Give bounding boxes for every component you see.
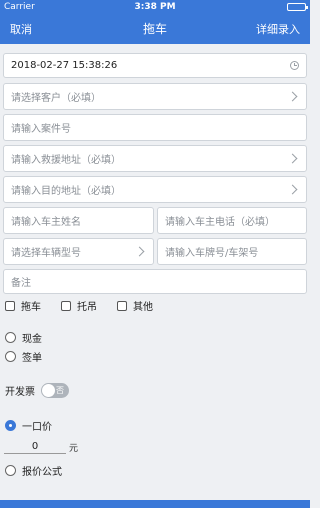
radio-icon bbox=[5, 332, 16, 343]
vehicle-model-placeholder: 请选择车辆型号 bbox=[11, 248, 81, 259]
radio-icon bbox=[5, 351, 16, 362]
payment-cash-label: 现金 bbox=[22, 334, 42, 345]
radio-icon bbox=[5, 465, 16, 476]
owner-name-input[interactable]: 请输入车主姓名 bbox=[3, 207, 154, 234]
pricing-fixed-option[interactable]: 一口价 bbox=[5, 418, 52, 433]
checkbox-icon bbox=[61, 300, 71, 311]
customer-select[interactable]: 请选择客户（必填） bbox=[3, 83, 307, 110]
chevron-right-icon bbox=[287, 153, 298, 164]
payment-sign-option[interactable]: 签单 bbox=[5, 349, 42, 364]
detail-entry-button[interactable]: 详细录入 bbox=[220, 21, 300, 37]
payment-cash-option[interactable]: 现金 bbox=[5, 330, 42, 345]
datetime-value: 2018-02-27 15:38:26 bbox=[11, 60, 118, 71]
rescue-address-placeholder: 请输入救援地址（必填） bbox=[11, 155, 121, 166]
payment-sign-label: 签单 bbox=[22, 353, 42, 364]
checkbox-icon bbox=[117, 300, 127, 311]
invoice-toggle[interactable]: 否 bbox=[41, 383, 69, 398]
clock-time: 3:38 PM bbox=[134, 1, 176, 12]
submit-button-bar[interactable] bbox=[0, 500, 310, 508]
destination-placeholder: 请输入目的地址（必填） bbox=[11, 186, 121, 197]
navigation-bar: 取消 拖车 详细录入 bbox=[0, 13, 310, 44]
owner-phone-input[interactable]: 请输入车主电话（必填） bbox=[157, 207, 307, 234]
pricing-formula-option[interactable]: 报价公式 bbox=[5, 463, 62, 478]
service-type-options: 拖车 托吊 其他 bbox=[5, 298, 153, 313]
service-option-label: 托吊 bbox=[77, 302, 97, 313]
toggle-knob bbox=[42, 384, 55, 397]
rescue-address-input[interactable]: 请输入救援地址（必填） bbox=[3, 145, 307, 172]
page-title: 拖车 bbox=[142, 22, 167, 36]
chevron-right-icon bbox=[287, 184, 298, 195]
invoice-label: 开发票 bbox=[5, 387, 35, 398]
carrier-label: Carrier bbox=[4, 1, 35, 12]
case-number-input[interactable]: 请输入案件号 bbox=[3, 114, 307, 141]
status-bar: Carrier 3:38 PM bbox=[0, 0, 310, 13]
pricing-fixed-label: 一口价 bbox=[22, 422, 52, 433]
chevron-right-icon bbox=[134, 246, 145, 257]
radio-selected-icon bbox=[5, 420, 16, 431]
destination-address-input[interactable]: 请输入目的地址（必填） bbox=[3, 176, 307, 203]
plate-number-input[interactable]: 请输入车牌号/车架号 bbox=[157, 238, 307, 265]
pricing-formula-label: 报价公式 bbox=[22, 467, 62, 478]
remark-placeholder: 备注 bbox=[11, 278, 31, 289]
service-option-label: 其他 bbox=[133, 302, 153, 313]
service-option-tow[interactable]: 拖车 bbox=[5, 298, 41, 313]
chevron-right-icon bbox=[287, 91, 298, 102]
clock-icon bbox=[290, 61, 299, 70]
price-unit: 元 bbox=[69, 444, 79, 454]
battery-icon bbox=[216, 2, 308, 11]
remark-input[interactable]: 备注 bbox=[3, 269, 307, 294]
checkbox-icon bbox=[5, 300, 15, 311]
toggle-text: 否 bbox=[56, 386, 64, 395]
service-option-label: 拖车 bbox=[21, 302, 41, 313]
invoice-row: 开发票 否 bbox=[5, 383, 69, 398]
case-placeholder: 请输入案件号 bbox=[11, 124, 71, 135]
owner-name-placeholder: 请输入车主姓名 bbox=[11, 217, 81, 228]
service-option-other[interactable]: 其他 bbox=[117, 298, 153, 313]
datetime-field[interactable]: 2018-02-27 15:38:26 bbox=[3, 53, 307, 78]
cancel-button[interactable]: 取消 bbox=[10, 21, 90, 37]
price-input[interactable]: 0 bbox=[4, 439, 66, 454]
owner-phone-placeholder: 请输入车主电话（必填） bbox=[165, 217, 275, 228]
vehicle-model-select[interactable]: 请选择车辆型号 bbox=[3, 238, 154, 265]
customer-placeholder: 请选择客户（必填） bbox=[11, 93, 101, 104]
service-option-hoist[interactable]: 托吊 bbox=[61, 298, 97, 313]
plate-placeholder: 请输入车牌号/车架号 bbox=[165, 248, 259, 259]
